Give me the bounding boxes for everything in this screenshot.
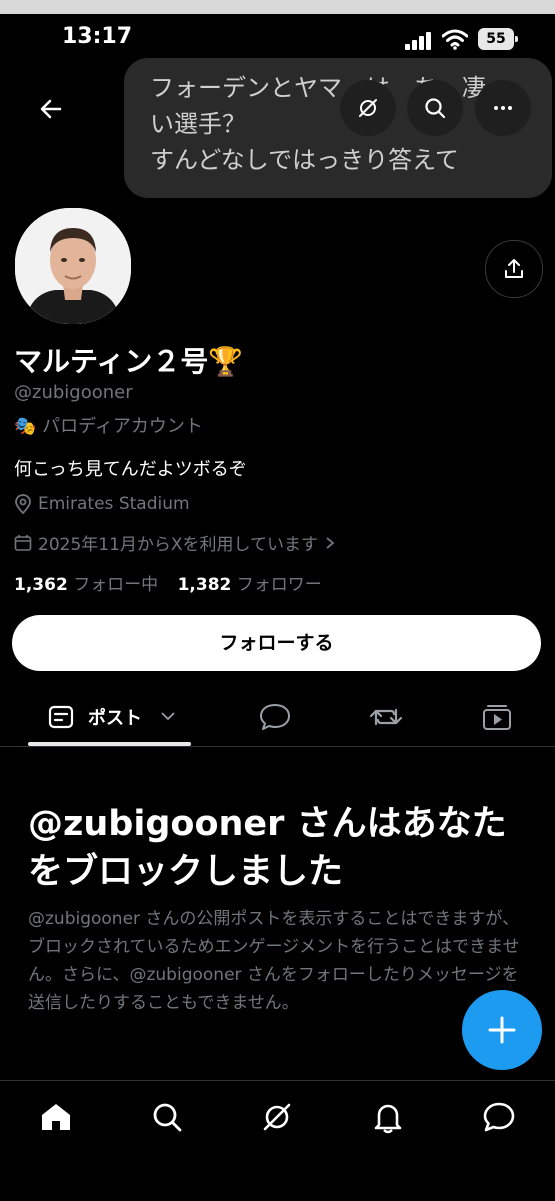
- follow-counts: 1,362 フォロー中 1,382 フォロワー: [14, 570, 322, 595]
- status-time: 13:17: [62, 24, 133, 49]
- calendar-icon: [14, 534, 32, 551]
- profile-tabs: ポスト: [0, 690, 555, 747]
- top-edge-strip: [0, 0, 555, 14]
- parody-mask-icon: 🎭: [14, 416, 37, 437]
- posts-icon: [48, 705, 74, 729]
- blocked-description: @zubigooner さんの公開ポストを表示することはできますが、ブロックされ…: [28, 909, 520, 1013]
- followers-link[interactable]: 1,382 フォロワー: [178, 575, 322, 595]
- profile-location: Emirates Stadium: [14, 494, 190, 514]
- status-bar: 13:17 55: [0, 14, 555, 60]
- wifi-icon: [442, 29, 468, 50]
- bottom-navigation: [0, 1080, 555, 1201]
- media-tab-icon[interactable]: [480, 702, 514, 732]
- followers-count: 1,382: [177, 575, 232, 595]
- parody-badge: 🎭 パロディアカウント: [14, 412, 203, 438]
- grok-prompt-line-3: すんどなしではっきり答えて: [150, 146, 459, 174]
- active-tab-indicator: [28, 742, 191, 746]
- follow-button[interactable]: フォローする: [12, 615, 541, 671]
- profile-joined[interactable]: 2025年11月からXを利用しています: [14, 530, 336, 555]
- following-label: フォロー中: [73, 575, 159, 595]
- search-nav-icon[interactable]: [149, 1099, 185, 1135]
- following-link[interactable]: 1,362 フォロー中: [14, 575, 158, 595]
- share-button[interactable]: [485, 240, 543, 298]
- messages-icon[interactable]: [481, 1099, 517, 1135]
- replies-tab-icon[interactable]: [258, 702, 292, 732]
- profile-avatar[interactable]: [12, 205, 134, 327]
- back-button[interactable]: [30, 88, 72, 130]
- arrow-left-icon: [40, 99, 62, 119]
- chevron-right-icon: [326, 536, 335, 549]
- share-icon: [505, 259, 523, 278]
- parody-label: パロディアカウント: [42, 416, 203, 437]
- profile-bio: 何こっち見てんだよツボるぞ: [14, 459, 247, 480]
- cellular-signal-icon: [405, 32, 431, 50]
- tab-posts[interactable]: ポスト: [28, 690, 191, 746]
- reposts-tab-icon[interactable]: [369, 702, 403, 732]
- profile-handle: @zubigooner: [14, 382, 133, 403]
- notifications-icon[interactable]: [370, 1099, 406, 1135]
- tab-posts-label: ポスト: [88, 708, 142, 729]
- grok-icon: [359, 99, 377, 117]
- more-button[interactable]: [475, 80, 531, 136]
- search-button[interactable]: [407, 80, 463, 136]
- grok-button[interactable]: [340, 80, 396, 136]
- blocked-title: @zubigooner さんはあなたをブロックしました: [28, 804, 507, 892]
- compose-button[interactable]: [462, 990, 542, 1070]
- more-icon: [494, 106, 512, 110]
- chevron-down-icon: [161, 712, 175, 721]
- search-icon: [425, 98, 446, 119]
- location-pin-icon: [15, 494, 31, 514]
- plus-icon: [488, 1016, 516, 1044]
- profile-name: マルティン２号🏆: [14, 345, 244, 378]
- followers-label: フォロワー: [236, 575, 322, 595]
- joined-text: 2025年11月からXを利用しています: [38, 535, 319, 555]
- location-text: Emirates Stadium: [38, 494, 190, 514]
- following-count: 1,362: [14, 575, 68, 595]
- avatar-photo: [15, 208, 131, 324]
- home-icon[interactable]: [38, 1099, 74, 1135]
- grok-nav-icon[interactable]: [259, 1099, 295, 1135]
- battery-indicator: 55: [478, 28, 518, 50]
